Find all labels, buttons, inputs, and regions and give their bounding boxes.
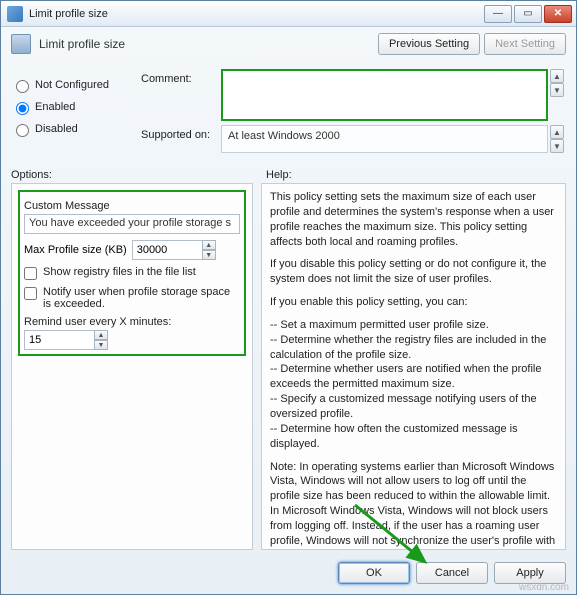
policy-icon: [11, 34, 31, 54]
minimize-button[interactable]: —: [484, 5, 512, 23]
comment-textarea[interactable]: [221, 69, 548, 121]
maximize-button[interactable]: ▭: [514, 5, 542, 23]
supported-on-text: At least Windows 2000: [221, 125, 548, 153]
dialog-footer: OK Cancel Apply: [1, 556, 576, 594]
radio-label: Enabled: [35, 101, 75, 113]
remind-minutes-input[interactable]: [24, 330, 94, 350]
window-title: Limit profile size: [29, 8, 484, 20]
policy-title: Limit profile size: [39, 37, 374, 51]
help-heading: Help:: [266, 169, 566, 181]
scroll-up-icon[interactable]: ▲: [550, 69, 564, 83]
scroll-down-icon[interactable]: ▼: [550, 83, 564, 97]
titlebar: Limit profile size — ▭ ✕: [1, 1, 576, 27]
help-text: If you enable this policy setting, you c…: [270, 295, 557, 310]
show-registry-label: Show registry files in the file list: [43, 266, 196, 278]
custom-message-label: Custom Message: [24, 200, 240, 212]
help-text: Note: In operating systems earlier than …: [270, 460, 557, 551]
app-icon: [7, 6, 23, 22]
max-profile-size-input[interactable]: [132, 240, 202, 260]
ok-button[interactable]: OK: [338, 562, 410, 584]
notify-user-label: Notify user when profile storage space i…: [43, 286, 240, 310]
header: Limit profile size Previous Setting Next…: [1, 27, 576, 61]
max-profile-size-label: Max Profile size (KB): [24, 244, 127, 256]
cancel-button[interactable]: Cancel: [416, 562, 488, 584]
spinner-up-icon[interactable]: ▲: [202, 240, 216, 250]
options-heading: Options:: [11, 169, 266, 181]
next-setting-button[interactable]: Next Setting: [484, 33, 566, 55]
previous-setting-button[interactable]: Previous Setting: [378, 33, 480, 55]
spinner-up-icon[interactable]: ▲: [94, 330, 108, 340]
spinner-down-icon[interactable]: ▼: [94, 340, 108, 350]
scroll-up-icon[interactable]: ▲: [550, 125, 564, 139]
dialog-window: Limit profile size — ▭ ✕ Limit profile s…: [0, 0, 577, 595]
radio-label: Not Configured: [35, 79, 109, 91]
remind-label: Remind user every X minutes:: [24, 316, 240, 328]
radio-label: Disabled: [35, 123, 78, 135]
options-pane: Custom Message You have exceeded your pr…: [11, 183, 253, 550]
supported-label: Supported on:: [141, 125, 221, 141]
help-text: If you disable this policy setting or do…: [270, 257, 557, 287]
watermark-text: wsxdn.com: [519, 582, 569, 593]
scroll-down-icon[interactable]: ▼: [550, 139, 564, 153]
spinner-down-icon[interactable]: ▼: [202, 250, 216, 260]
state-radio-group: Not Configured Enabled Disabled: [11, 65, 141, 143]
show-registry-checkbox[interactable]: [24, 267, 37, 280]
help-pane[interactable]: This policy setting sets the maximum siz…: [261, 183, 566, 550]
close-button[interactable]: ✕: [544, 5, 572, 23]
radio-enabled[interactable]: [16, 102, 29, 115]
radio-not-configured[interactable]: [16, 80, 29, 93]
apply-button[interactable]: Apply: [494, 562, 566, 584]
help-text: -- Set a maximum permitted user profile …: [270, 318, 557, 452]
custom-message-input[interactable]: You have exceeded your profile storage s: [24, 214, 240, 234]
radio-disabled[interactable]: [16, 124, 29, 137]
help-text: This policy setting sets the maximum siz…: [270, 190, 557, 249]
comment-label: Comment:: [141, 69, 221, 85]
notify-user-checkbox[interactable]: [24, 287, 37, 300]
